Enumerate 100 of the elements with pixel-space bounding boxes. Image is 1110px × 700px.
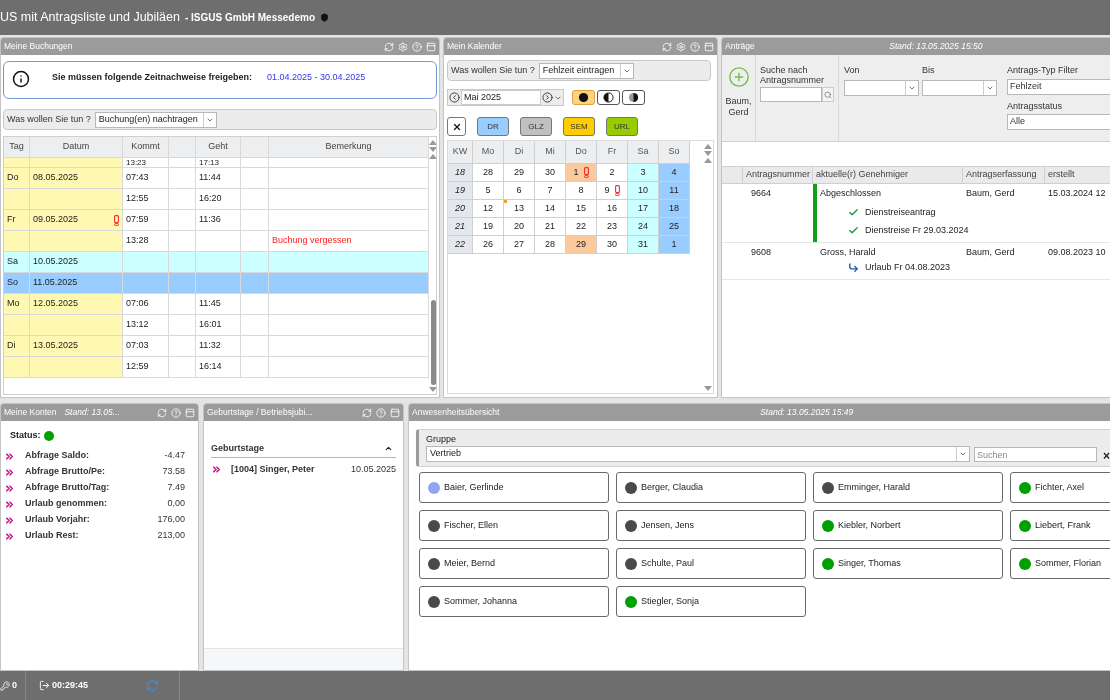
dropdown[interactable]: Buchung(en) nachtragen (94, 111, 217, 128)
section-header[interactable]: Geburtstage (211, 442, 396, 458)
search-field[interactable] (760, 87, 822, 102)
refresh-icon[interactable] (384, 41, 394, 52)
calendar-day[interactable]: 10 (628, 182, 659, 200)
help-icon[interactable] (412, 41, 422, 52)
search-field[interactable]: Suchen (974, 447, 1097, 462)
table-cell: 07:03 (123, 336, 169, 357)
calendar-day[interactable]: 17 (628, 200, 659, 218)
calendar-day[interactable]: 29 (566, 236, 597, 254)
add-request-button[interactable] (727, 66, 750, 88)
clear-search-button[interactable]: × (1101, 450, 1110, 462)
refresh-icon[interactable] (157, 407, 167, 418)
window-icon[interactable] (704, 41, 714, 52)
dropdown[interactable]: Fehlzeit eintragen (538, 62, 634, 79)
person-card[interactable]: Singer, Thomas (813, 548, 1003, 579)
calendar-day[interactable]: 12 (473, 200, 504, 218)
window-icon[interactable] (390, 407, 400, 418)
window-icon[interactable] (426, 41, 436, 52)
refresh-icon[interactable] (362, 407, 372, 418)
calendar-day[interactable]: 26 (473, 236, 504, 254)
month-field[interactable]: Mai 2025 (461, 90, 541, 105)
person-card[interactable]: Berger, Claudia (616, 472, 806, 503)
window-icon[interactable] (185, 407, 195, 418)
absence-type-button[interactable]: DR (477, 117, 509, 136)
calendar-day[interactable]: 23 (597, 218, 628, 236)
dropdown[interactable] (844, 79, 919, 96)
calendar-day[interactable]: 9 (597, 182, 628, 200)
calendar-day[interactable]: 29 (504, 164, 535, 182)
settings-icon[interactable] (398, 41, 408, 52)
person-card[interactable]: Kiebler, Norbert (813, 510, 1003, 541)
calendar-day[interactable]: 4 (659, 164, 690, 182)
calendar-day[interactable]: 30 (535, 164, 566, 182)
table-cell: Fr (4, 210, 30, 231)
field-label: Antrags-Typ Filter (1007, 64, 1080, 77)
calendar-day[interactable]: 18 (659, 200, 690, 218)
calendar-day[interactable]: 6 (504, 182, 535, 200)
calendar-day[interactable]: 24 (628, 218, 659, 236)
calendar-day[interactable]: 27 (504, 236, 535, 254)
table-cell (169, 294, 196, 315)
dropdown[interactable]: Fehlzeit (1007, 78, 1110, 95)
view-mode-toggle[interactable] (622, 90, 645, 105)
person-card[interactable]: Schulte, Paul (616, 548, 806, 579)
person-card[interactable]: Sommer, Johanna (419, 586, 609, 617)
person-card[interactable]: Fichter, Axel (1010, 472, 1110, 503)
column-header: Bemerkung (269, 137, 429, 158)
view-mode-toggle[interactable] (572, 90, 595, 105)
calendar-day[interactable]: 5 (473, 182, 504, 200)
person-card[interactable]: Emminger, Harald (813, 472, 1003, 503)
person-card[interactable]: Sommer, Florian (1010, 548, 1110, 579)
calendar-day[interactable]: 31 (628, 236, 659, 254)
scrollbar[interactable] (429, 137, 436, 394)
help-icon[interactable] (171, 407, 181, 418)
absence-type-button[interactable]: URL (606, 117, 638, 136)
chevrons-icon (4, 530, 15, 542)
settings-icon[interactable] (676, 41, 686, 52)
calendar-day[interactable]: 28 (535, 236, 566, 254)
calendar-day[interactable]: 7 (535, 182, 566, 200)
refresh-icon[interactable] (662, 41, 672, 52)
calendar-day[interactable]: 11 (659, 182, 690, 200)
table-cell: 11:44 (196, 168, 241, 189)
refresh-icon[interactable] (146, 679, 159, 692)
dropdown[interactable] (922, 79, 997, 96)
account-label: Abfrage Brutto/Pe: (25, 465, 105, 479)
calendar-day[interactable]: 1 (566, 164, 597, 182)
calendar-day[interactable]: 8 (566, 182, 597, 200)
person-card[interactable]: Fischer, Ellen (419, 510, 609, 541)
next-month-button[interactable] (542, 92, 553, 103)
view-mode-toggle[interactable] (597, 90, 620, 105)
person-card[interactable]: Jensen, Jens (616, 510, 806, 541)
calendar-day[interactable]: 14 (535, 200, 566, 218)
calendar-day[interactable]: 28 (473, 164, 504, 182)
person-card[interactable]: Liebert, Frank (1010, 510, 1110, 541)
search-button[interactable] (822, 87, 834, 102)
absence-type-button[interactable]: GLZ (520, 117, 552, 136)
calendar-day[interactable]: 2 (597, 164, 628, 182)
help-icon[interactable] (690, 41, 700, 52)
clear-button[interactable] (447, 117, 466, 136)
dropdown[interactable]: Vertrieb (426, 446, 970, 462)
help-icon[interactable] (376, 407, 386, 418)
person-card[interactable]: Baier, Gerlinde (419, 472, 609, 503)
person-card[interactable]: Stiegler, Sonja (616, 586, 806, 617)
calendar-day[interactable]: 16 (597, 200, 628, 218)
calendar-day[interactable]: 15 (566, 200, 597, 218)
calendar-day[interactable]: 25 (659, 218, 690, 236)
calendar-day[interactable]: 3 (628, 164, 659, 182)
calendar-day[interactable]: 30 (597, 236, 628, 254)
dropdown[interactable]: Alle (1007, 114, 1110, 130)
person-card[interactable]: Meier, Bernd (419, 548, 609, 579)
calendar-day[interactable]: 19 (473, 218, 504, 236)
absence-type-button[interactable]: SEM (563, 117, 595, 136)
calendar-day[interactable]: 13 (504, 200, 535, 218)
calendar-day[interactable]: 21 (535, 218, 566, 236)
calendar-day[interactable]: 20 (504, 218, 535, 236)
calendar-day[interactable]: 1 (659, 236, 690, 254)
table-cell (169, 273, 196, 294)
scrollbar[interactable] (703, 141, 713, 393)
logout-icon[interactable] (39, 680, 50, 691)
previous-month-button[interactable] (449, 92, 460, 103)
calendar-day[interactable]: 22 (566, 218, 597, 236)
